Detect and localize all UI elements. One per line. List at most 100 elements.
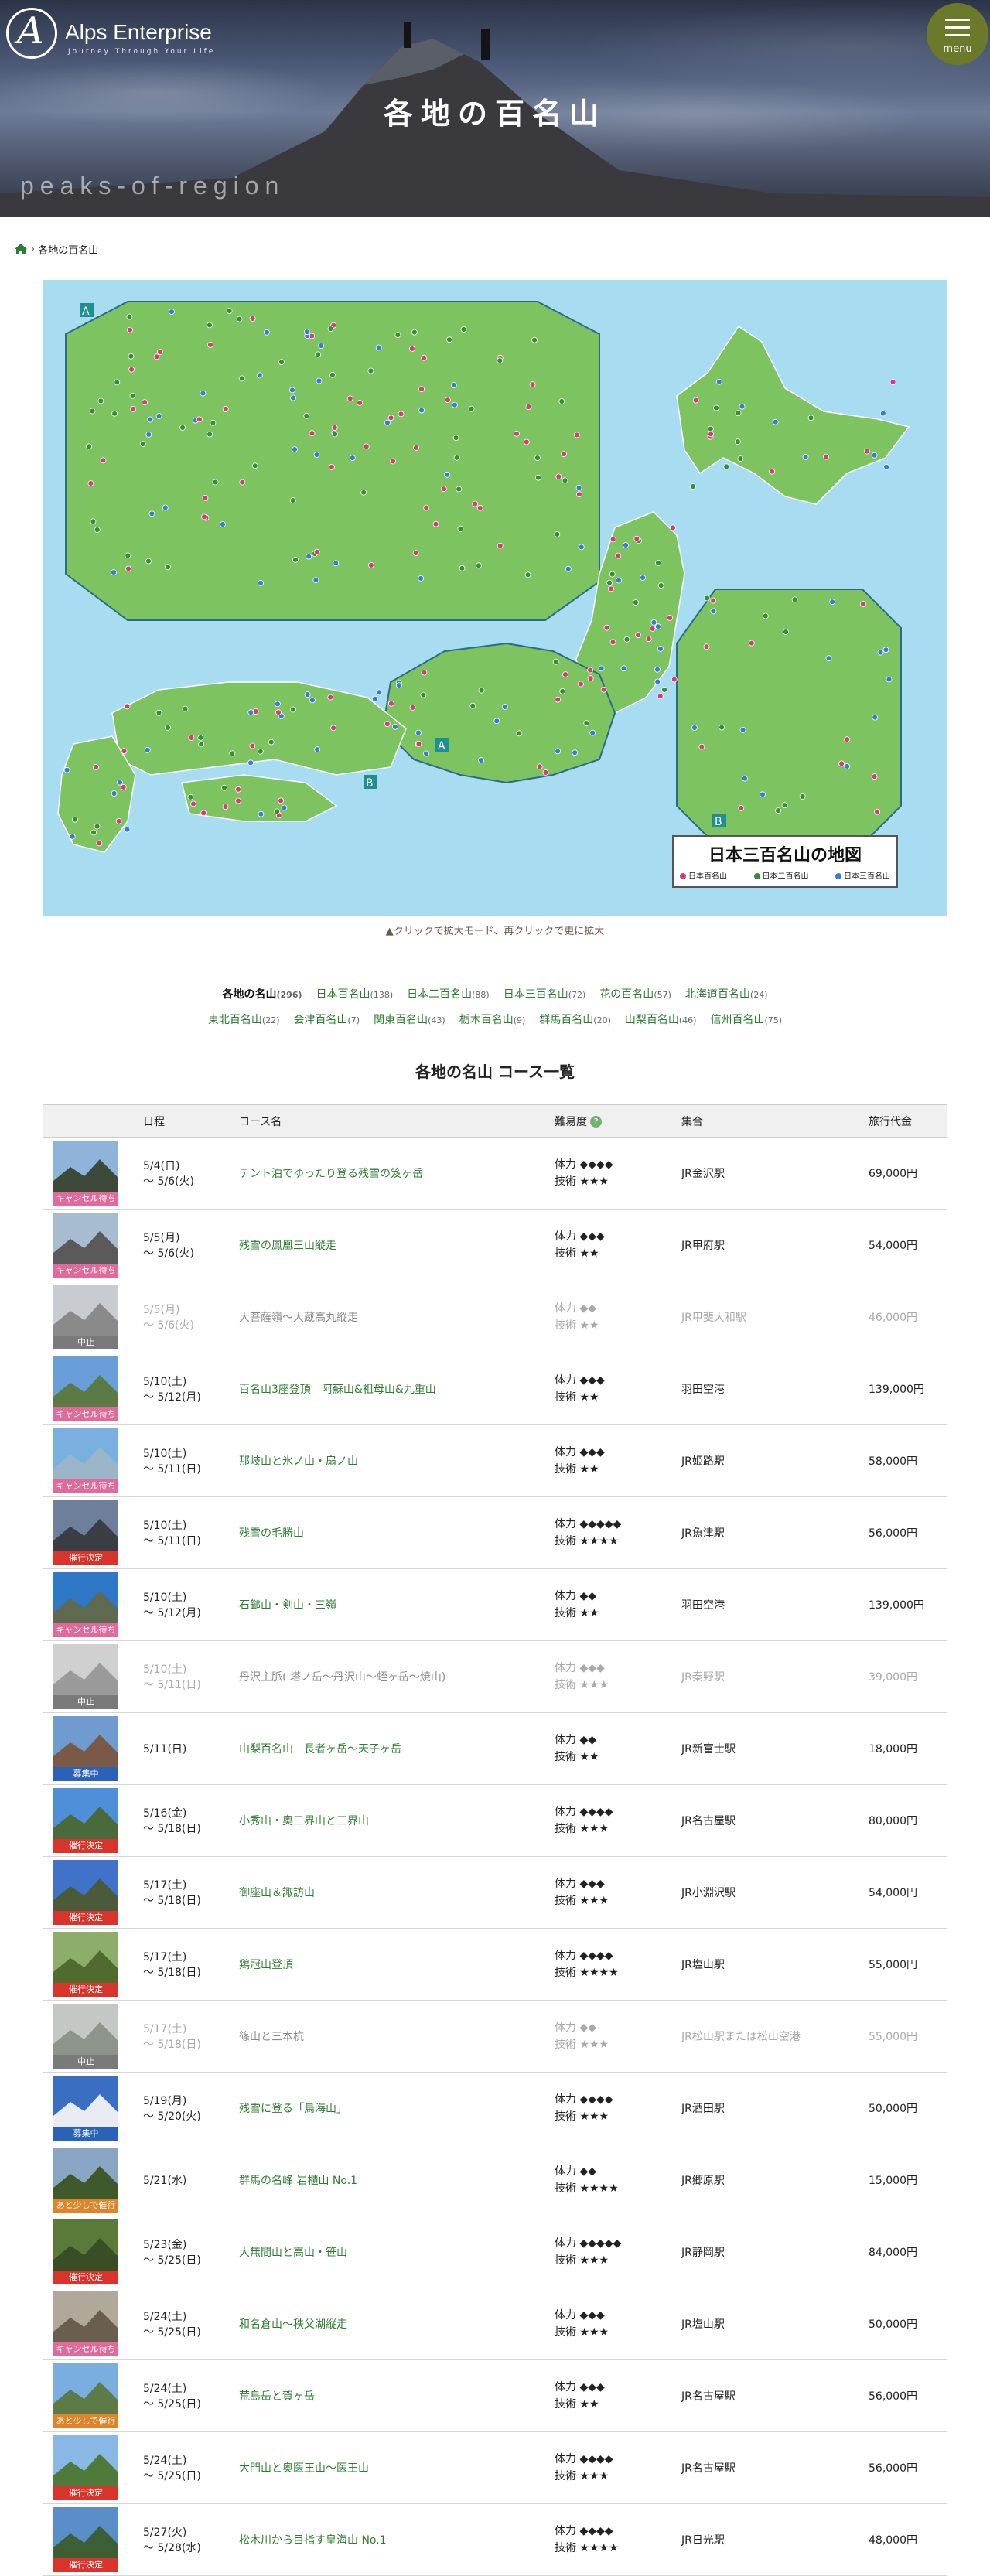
peak-marker[interactable] — [226, 308, 233, 314]
peak-marker[interactable] — [524, 571, 531, 578]
region-link[interactable]: 日本三百名山(72) — [504, 988, 586, 1001]
peak-marker[interactable] — [313, 452, 320, 458]
peak-marker[interactable] — [615, 552, 622, 559]
peak-marker[interactable] — [412, 550, 419, 557]
peak-marker[interactable] — [252, 708, 259, 715]
peak-marker[interactable] — [229, 750, 236, 757]
region-link[interactable]: 東北百名山(22) — [208, 1014, 280, 1026]
peak-marker[interactable] — [198, 741, 205, 748]
peak-marker[interactable] — [398, 411, 405, 418]
peak-marker[interactable] — [670, 524, 676, 531]
peak-marker[interactable] — [860, 601, 866, 607]
course-link[interactable]: 小秀山・奥三界山と三界山 — [239, 1815, 369, 1827]
peak-marker[interactable] — [478, 757, 484, 764]
peak-marker[interactable] — [516, 730, 523, 737]
region-link[interactable]: 関東百名山(43) — [374, 1014, 446, 1026]
course-link[interactable]: 松木川から目指す皇海山 No.1 — [239, 2534, 387, 2547]
peak-marker[interactable] — [408, 346, 415, 352]
peak-marker[interactable] — [111, 569, 117, 576]
peak-marker[interactable] — [452, 435, 459, 442]
peak-marker[interactable] — [555, 696, 562, 703]
peak-marker[interactable] — [623, 636, 630, 643]
course-link[interactable]: 丹沢主脈( 塔ノ岳～丹沢山～蛭ヶ岳～焼山) — [239, 1671, 446, 1684]
peak-marker[interactable] — [616, 577, 622, 584]
table-row[interactable]: 催行決定 5/17(土) ～ 5/18(日) 御座山＆諏訪山 体力 ◆◆◆ 技術 ★★★ J… — [43, 1856, 947, 1929]
peak-marker[interactable] — [210, 419, 217, 426]
peak-marker[interactable] — [179, 424, 186, 431]
table-row[interactable]: キャンセル待ち 5/10(土) ～ 5/12(月) 百名山3座登頂 阿蘇山&祖母山&九… — [43, 1353, 947, 1425]
peak-marker[interactable] — [453, 454, 460, 461]
table-row[interactable]: 催行決定 5/10(土) ～ 5/11(日) 残雪の毛勝山 体力 ◆◆◆◆◆ 技術 ★★★… — [43, 1496, 947, 1569]
course-thumbnail[interactable]: 催行決定 — [53, 1788, 118, 1853]
peak-marker[interactable] — [421, 669, 428, 676]
peak-marker[interactable] — [349, 455, 356, 462]
peak-marker[interactable] — [157, 349, 164, 355]
peak-marker[interactable] — [251, 462, 258, 469]
course-link[interactable]: 鶏冠山登頂 — [239, 1959, 293, 1971]
peak-marker[interactable] — [882, 647, 889, 653]
peak-marker[interactable] — [155, 413, 162, 419]
peak-marker[interactable] — [589, 729, 596, 736]
peak-marker[interactable] — [202, 494, 209, 501]
peak-marker[interactable] — [535, 474, 541, 481]
peak-marker[interactable] — [275, 709, 282, 716]
table-row[interactable]: キャンセル待ち 5/5(月) ～ 5/6(火) 残雪の鳳凰三山縦走 体力 ◆◆◆ 技術 ★… — [43, 1209, 947, 1281]
course-link[interactable]: 荒島岳と賀ヶ岳 — [239, 2390, 315, 2403]
peak-marker[interactable] — [390, 458, 397, 465]
table-row[interactable]: あと少しで催行 5/21(水) 群馬の名峰 岩櫃山 No.1 体力 ◆◆ 技術 ★★★★… — [43, 2144, 947, 2216]
peak-marker[interactable] — [129, 392, 136, 399]
peak-marker[interactable] — [476, 504, 483, 511]
peak-marker[interactable] — [249, 316, 256, 322]
peak-marker[interactable] — [446, 336, 452, 343]
peak-marker[interactable] — [367, 367, 374, 374]
peak-marker[interactable] — [469, 702, 476, 709]
peak-marker[interactable] — [690, 483, 696, 490]
peak-marker[interactable] — [606, 579, 613, 586]
table-row[interactable]: キャンセル待ち 5/24(土) ～ 5/25(日) 和名倉山～秩父湖縦走 体力 ◆◆◆ 技… — [43, 2288, 947, 2360]
table-row[interactable]: 催行決定 5/27(火) ～ 5/28(水) 松木川から目指す皇海山 No.1 体力 ◆… — [43, 2503, 947, 2576]
peak-marker[interactable] — [472, 500, 479, 507]
course-thumbnail[interactable]: 募集中 — [53, 1716, 118, 1781]
course-link[interactable]: 山梨百名山 長者ヶ岳～天子ヶ岳 — [239, 1743, 401, 1755]
peak-marker[interactable] — [460, 326, 467, 333]
peak-marker[interactable] — [497, 357, 504, 364]
table-row[interactable]: キャンセル待ち 5/4(日) ～ 5/6(火) テント泊でゆったり登る残雪の笈ヶ岳 体力… — [43, 1137, 947, 1210]
peak-marker[interactable] — [657, 582, 664, 589]
peak-marker[interactable] — [738, 805, 745, 811]
peak-marker[interactable] — [667, 614, 673, 621]
peak-marker[interactable] — [661, 687, 667, 693]
course-link[interactable]: 残雪に登る「鳥海山」 — [239, 2103, 347, 2115]
peak-marker[interactable] — [739, 727, 746, 733]
peak-marker[interactable] — [565, 565, 572, 572]
peak-marker[interactable] — [264, 329, 270, 336]
course-link[interactable]: 篠山と三本杭 — [239, 2031, 304, 2043]
course-thumbnail[interactable]: 催行決定 — [53, 1500, 118, 1565]
peak-marker[interactable] — [657, 693, 664, 699]
peak-marker[interactable] — [303, 329, 310, 336]
course-thumbnail[interactable]: 催行決定 — [53, 1860, 118, 1925]
peak-marker[interactable] — [710, 608, 717, 615]
peak-marker[interactable] — [603, 624, 610, 631]
peak-marker[interactable] — [583, 720, 590, 726]
table-row[interactable]: 中止 5/17(土) ～ 5/18(日) 篠山と三本杭 体力 ◆◆ 技術 ★★★ JR松山駅… — [43, 2000, 947, 2073]
peak-marker[interactable] — [367, 561, 374, 568]
peak-marker[interactable] — [236, 316, 243, 322]
peak-marker[interactable] — [791, 596, 798, 603]
peak-marker[interactable] — [655, 559, 661, 566]
peak-marker[interactable] — [444, 471, 451, 478]
peak-marker[interactable] — [327, 326, 334, 332]
region-link[interactable]: 日本百名山(138) — [316, 988, 394, 1001]
peak-marker[interactable] — [309, 697, 316, 704]
peak-marker[interactable] — [775, 807, 781, 814]
peak-marker[interactable] — [575, 484, 582, 491]
peak-marker[interactable] — [735, 410, 742, 417]
peak-marker[interactable] — [889, 379, 896, 385]
peak-marker[interactable] — [357, 399, 364, 406]
course-thumbnail[interactable]: キャンセル待ち — [53, 1141, 118, 1206]
peak-marker[interactable] — [576, 491, 582, 498]
peak-marker[interactable] — [222, 804, 229, 810]
course-thumbnail[interactable]: 募集中 — [53, 2076, 118, 2141]
peak-marker[interactable] — [304, 691, 311, 698]
peak-marker[interactable] — [536, 763, 543, 770]
peak-marker[interactable] — [142, 399, 148, 406]
